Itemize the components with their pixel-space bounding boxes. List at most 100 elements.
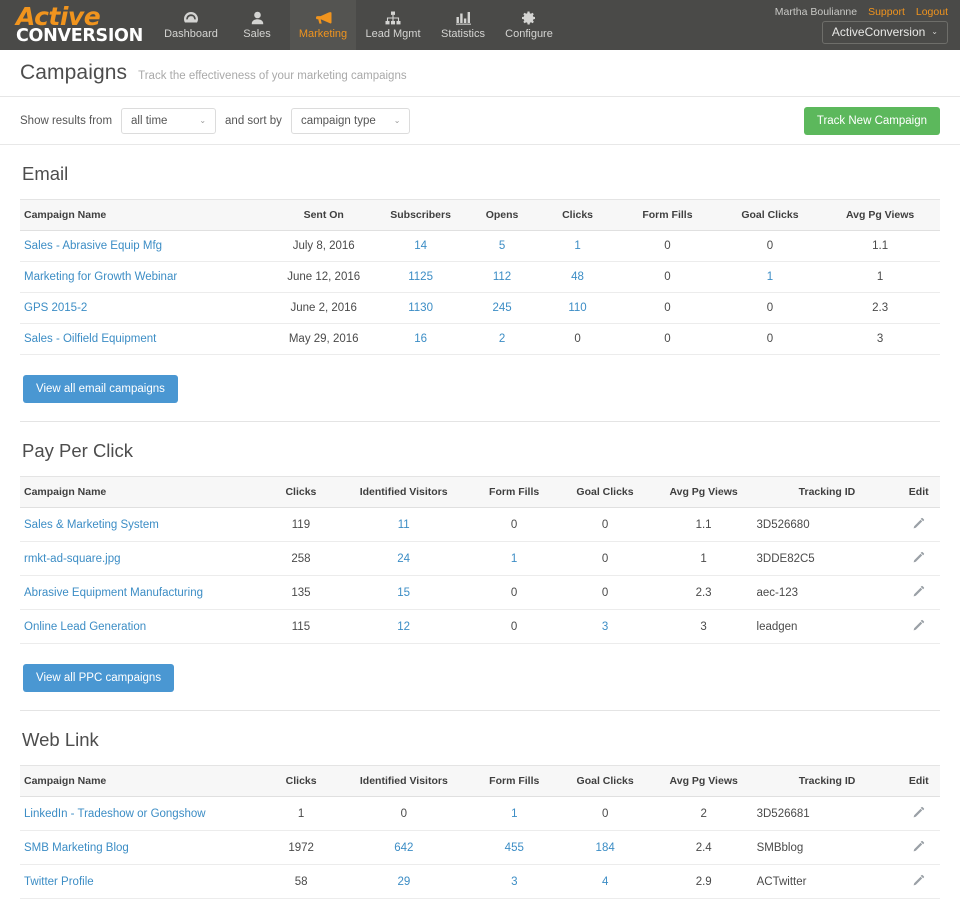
logout-link[interactable]: Logout <box>916 6 948 18</box>
goal-clicks-link[interactable]: 1 <box>767 271 773 283</box>
form-fills-value: 0 <box>511 519 517 531</box>
identified-visitors-link[interactable]: 11 <box>398 519 410 531</box>
column-header[interactable]: Sent On <box>270 200 377 231</box>
column-header[interactable]: Tracking ID <box>757 477 898 508</box>
form-fills-link[interactable]: 1 <box>511 808 517 820</box>
support-link[interactable]: Support <box>868 6 905 18</box>
campaign-name-link[interactable]: Sales - Abrasive Equip Mfg <box>24 240 162 252</box>
column-header[interactable]: Form Fills <box>469 477 560 508</box>
sent-on-cell: July 8, 2016 <box>270 231 377 262</box>
column-header[interactable]: Campaign Name <box>20 477 263 508</box>
subscribers-link[interactable]: 1130 <box>408 302 433 314</box>
goal-clicks-link[interactable]: 4 <box>602 876 608 888</box>
campaign-name-link[interactable]: Twitter Profile <box>24 876 94 888</box>
nav-item-statistics[interactable]: Statistics <box>430 0 496 50</box>
pencil-icon[interactable] <box>913 517 925 529</box>
view-all-ppc-button[interactable]: View all PPC campaigns <box>23 664 174 692</box>
column-header[interactable]: Form Fills <box>469 766 560 797</box>
identified-visitors-cell: 15 <box>339 576 469 610</box>
column-header[interactable]: Tracking ID <box>757 766 898 797</box>
column-header[interactable]: Avg Pg Views <box>820 200 940 231</box>
column-header[interactable]: Avg Pg Views <box>651 766 757 797</box>
identified-visitors-link[interactable]: 15 <box>397 587 410 599</box>
column-header[interactable]: Goal Clicks <box>720 200 821 231</box>
pencil-icon[interactable] <box>913 840 925 852</box>
nav-item-sales[interactable]: Sales <box>224 0 290 50</box>
nav-item-dashboard[interactable]: Dashboard <box>158 0 224 50</box>
column-header[interactable]: Opens <box>464 200 540 231</box>
column-header[interactable]: Edit <box>897 766 940 797</box>
campaign-name-link[interactable]: Online Lead Generation <box>24 621 146 633</box>
column-header[interactable]: Clicks <box>540 200 615 231</box>
nav-item-marketing[interactable]: Marketing <box>290 0 356 50</box>
logo[interactable]: Active CONVERSION <box>0 0 140 50</box>
nav-item-label: Sales <box>243 28 271 40</box>
track-new-campaign-button[interactable]: Track New Campaign <box>804 107 940 135</box>
campaign-name-link[interactable]: rmkt-ad-square.jpg <box>24 553 121 565</box>
section-title: Pay Per Click <box>20 422 940 476</box>
form-fills-link[interactable]: 3 <box>511 876 517 888</box>
identified-visitors-link[interactable]: 642 <box>394 842 413 854</box>
show-results-label: Show results from <box>20 115 112 127</box>
filter-bar: Show results from all time ⌄ and sort by… <box>0 97 960 145</box>
chevron-down-icon: ⌄ <box>199 117 206 125</box>
pencil-icon[interactable] <box>913 619 925 631</box>
account-switcher-label: ActiveConversion <box>832 25 925 39</box>
identified-visitors-link[interactable]: 29 <box>397 876 410 888</box>
avg-pg-views-cell: 2.3 <box>820 293 940 324</box>
campaign-name-link[interactable]: Marketing for Growth Webinar <box>24 271 177 283</box>
column-header[interactable]: Clicks <box>264 766 339 797</box>
subscribers-link[interactable]: 16 <box>414 333 427 345</box>
column-header[interactable]: Identified Visitors <box>339 477 469 508</box>
subscribers-link[interactable]: 14 <box>414 240 427 252</box>
clicks-link[interactable]: 110 <box>568 302 586 314</box>
opens-link[interactable]: 112 <box>493 271 511 283</box>
avg-pg-views-value: 1 <box>700 553 706 565</box>
account-switcher[interactable]: ActiveConversion ⌄ <box>822 21 948 44</box>
identified-visitors-link[interactable]: 12 <box>397 621 410 633</box>
opens-link[interactable]: 245 <box>492 302 511 314</box>
nav-item-lead-mgmt[interactable]: Lead Mgmt <box>356 0 430 50</box>
sort-by-select[interactable]: campaign type ⌄ <box>291 108 411 134</box>
pencil-icon[interactable] <box>913 585 925 597</box>
form-fills-link[interactable]: 1 <box>511 553 517 565</box>
campaign-name-link[interactable]: Sales - Oilfield Equipment <box>24 333 156 345</box>
goal-clicks-link[interactable]: 184 <box>596 842 615 854</box>
campaign-name-link[interactable]: GPS 2015-2 <box>24 302 87 314</box>
campaign-name-link[interactable]: SMB Marketing Blog <box>24 842 129 854</box>
column-header[interactable]: Edit <box>897 477 940 508</box>
form-fills-cell: 3 <box>469 865 560 899</box>
column-header[interactable]: Form Fills <box>615 200 719 231</box>
clicks-link[interactable]: 1 <box>574 240 580 252</box>
column-header[interactable]: Goal Clicks <box>560 766 651 797</box>
opens-link[interactable]: 2 <box>499 333 505 345</box>
campaign-name-link[interactable]: Sales & Marketing System <box>24 519 159 531</box>
nav-item-configure[interactable]: Configure <box>496 0 562 50</box>
campaign-name-link[interactable]: LinkedIn - Tradeshow or Gongshow <box>24 808 206 820</box>
pencil-icon[interactable] <box>913 551 925 563</box>
column-header[interactable]: Avg Pg Views <box>651 477 757 508</box>
column-header[interactable]: Subscribers <box>377 200 464 231</box>
pencil-icon[interactable] <box>913 806 925 818</box>
pencil-icon[interactable] <box>913 874 925 886</box>
column-header[interactable]: Goal Clicks <box>559 477 650 508</box>
tracking-id-cell: 3D526680 <box>757 508 898 542</box>
subscribers-link[interactable]: 1125 <box>408 271 433 283</box>
form-fills-cell: 0 <box>615 293 719 324</box>
edit-cell <box>897 865 940 899</box>
goal-clicks-link[interactable]: 3 <box>602 621 608 633</box>
form-fills-link[interactable]: 455 <box>505 842 524 854</box>
identified-visitors-link[interactable]: 24 <box>397 553 410 565</box>
column-header[interactable]: Identified Visitors <box>339 766 469 797</box>
opens-link[interactable]: 5 <box>499 240 505 252</box>
column-header[interactable]: Campaign Name <box>20 200 270 231</box>
column-header[interactable]: Campaign Name <box>20 766 264 797</box>
table-header-row: Campaign NameSent OnSubscribersOpensClic… <box>20 200 940 231</box>
campaign-name-link[interactable]: Abrasive Equipment Manufacturing <box>24 587 203 599</box>
table-row: rmkt-ad-square.jpg258241013DDE82C5 <box>20 542 940 576</box>
view-all-email-button[interactable]: View all email campaigns <box>23 375 178 403</box>
column-header[interactable]: Clicks <box>263 477 338 508</box>
avg-pg-views-cell: 1 <box>820 262 940 293</box>
clicks-link[interactable]: 48 <box>571 271 584 283</box>
date-range-select[interactable]: all time ⌄ <box>121 108 216 134</box>
